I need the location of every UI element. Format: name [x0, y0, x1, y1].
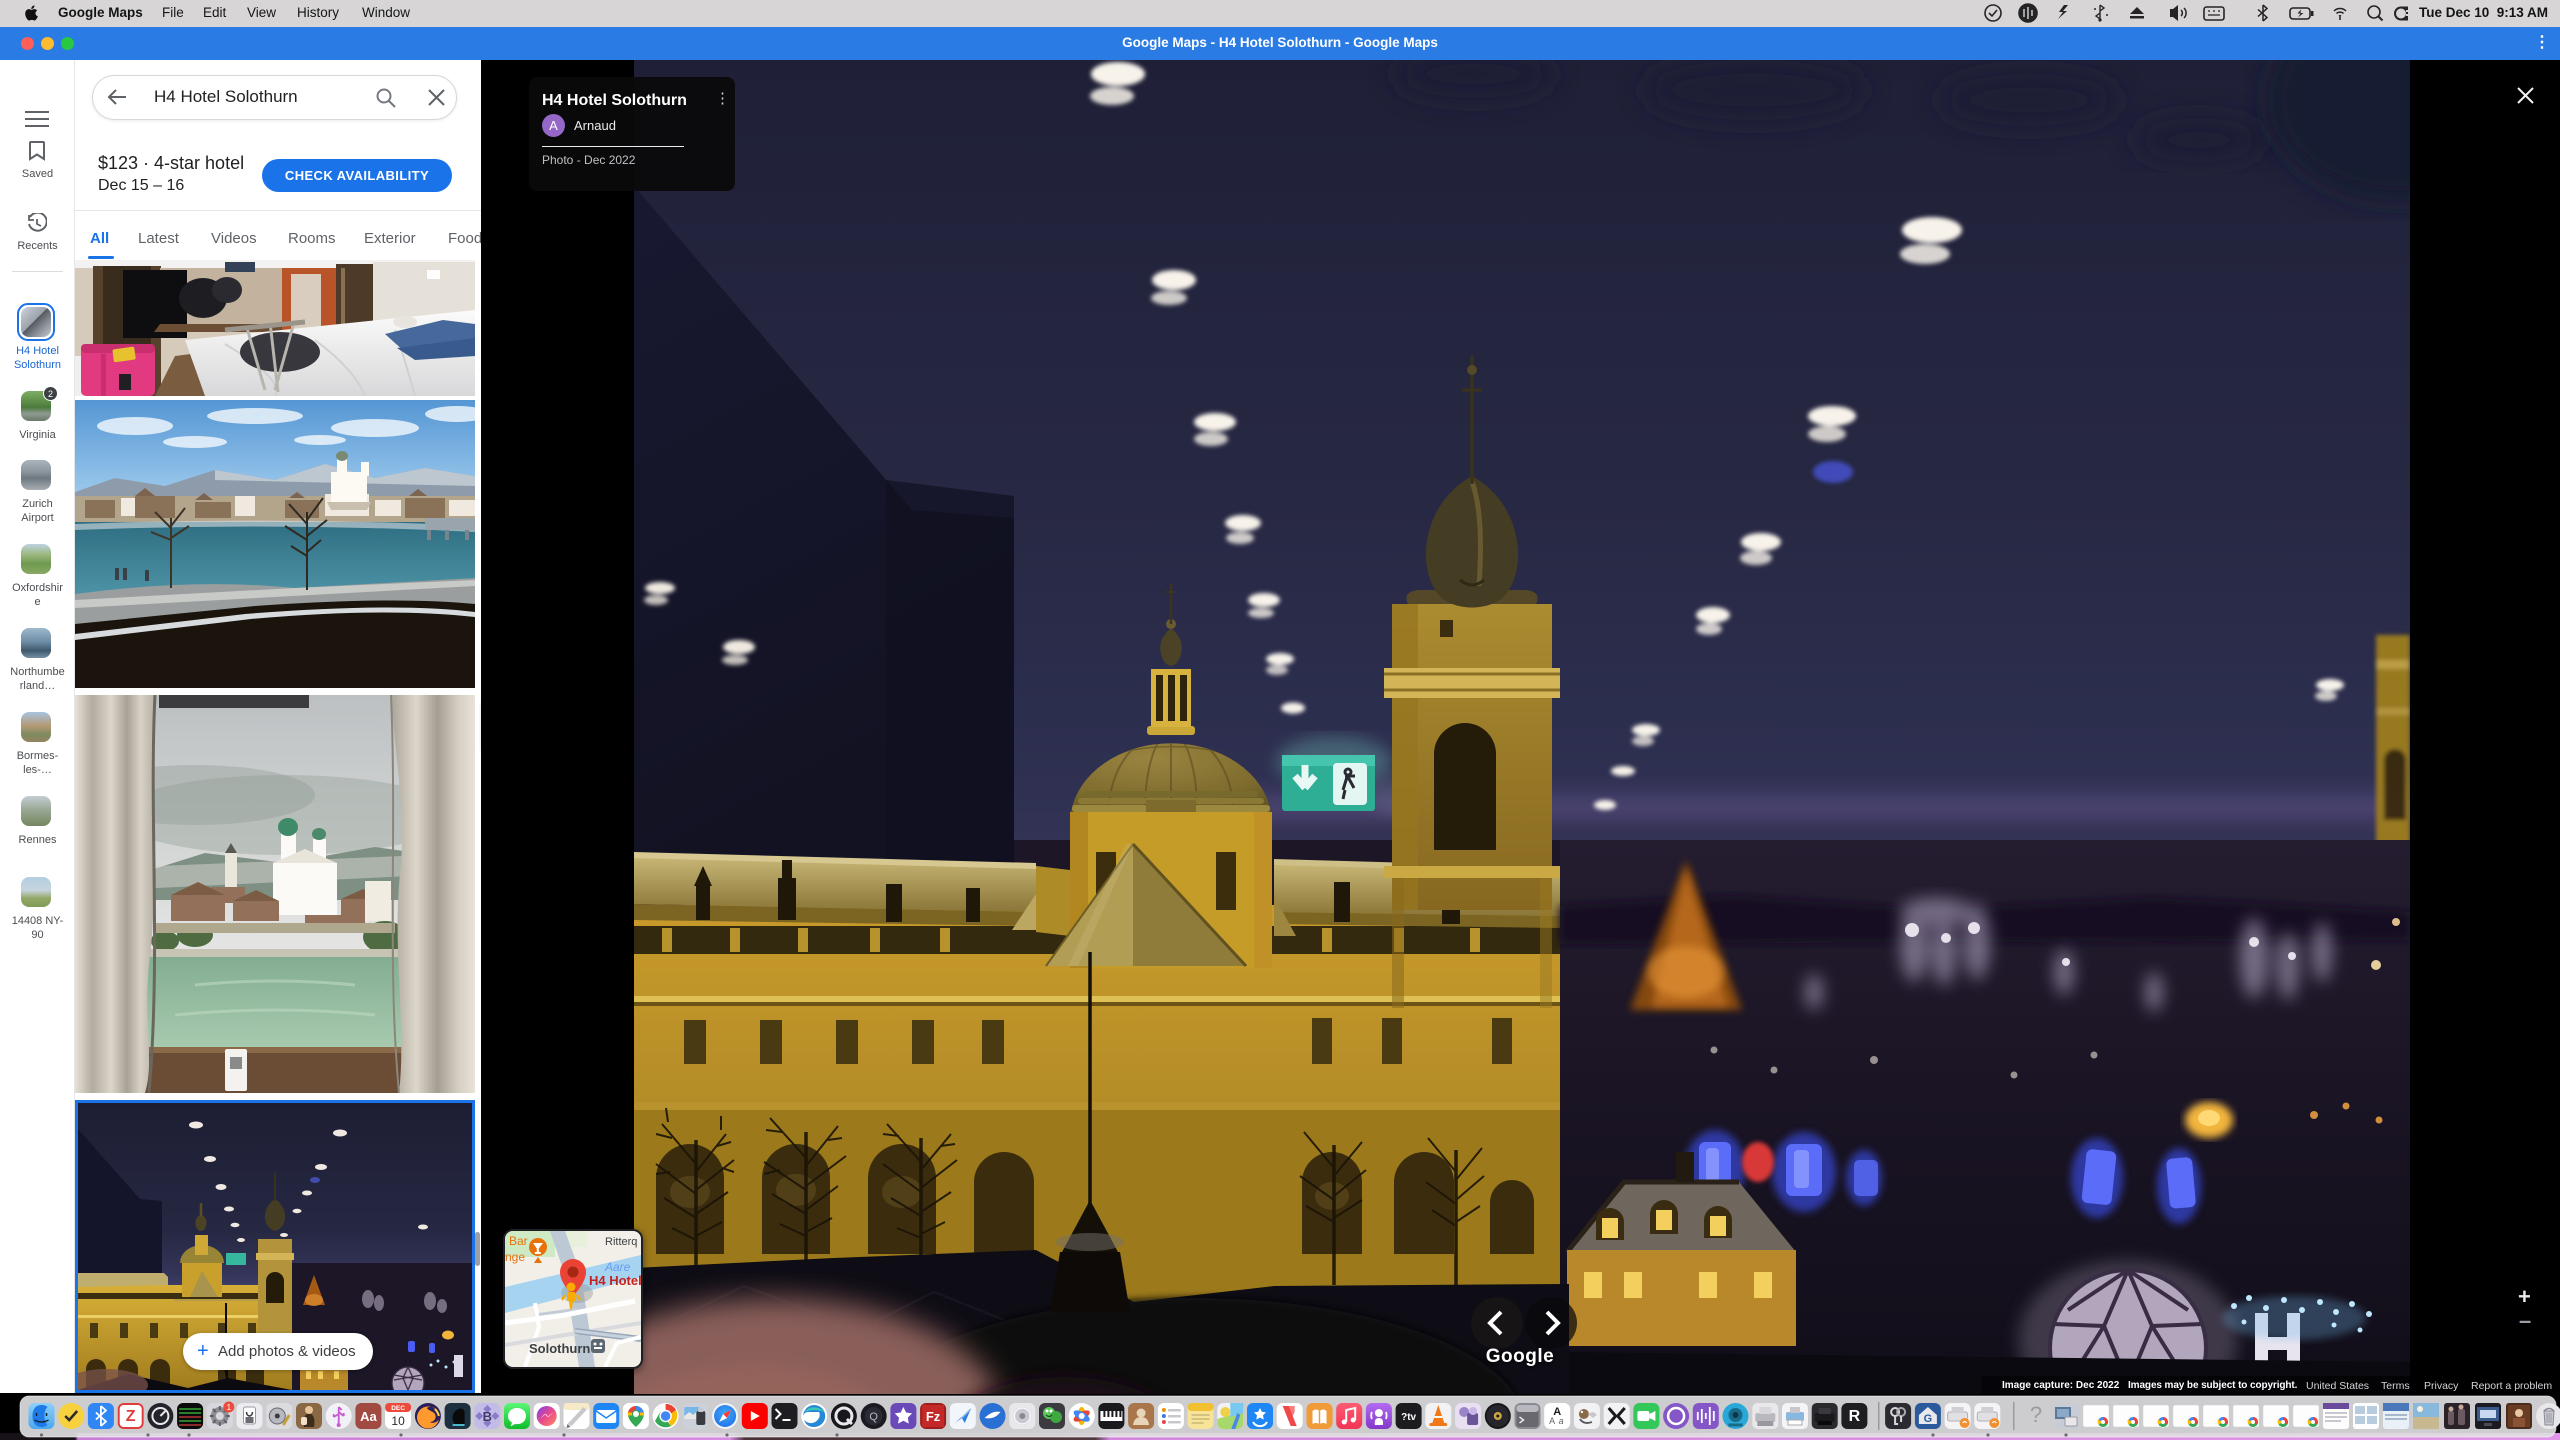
- svg-text:Fz: Fz: [926, 1409, 941, 1424]
- svg-text:Aa: Aa: [360, 1409, 377, 1424]
- svg-text:1: 1: [227, 1403, 232, 1412]
- svg-text:?tv: ?tv: [1401, 1412, 1416, 1423]
- svg-text:R: R: [1849, 1408, 1861, 1425]
- svg-text:Ritterq: Ritterq: [605, 1236, 637, 1248]
- svg-text:G: G: [1924, 1413, 1933, 1425]
- svg-text:A: A: [1549, 1416, 1555, 1426]
- svg-text:nge: nge: [505, 1250, 525, 1264]
- svg-text:?: ?: [2030, 1402, 2042, 1427]
- svg-text:Bar: Bar: [509, 1234, 528, 1248]
- svg-text:10: 10: [391, 1414, 405, 1428]
- svg-text:Solothurn: Solothurn: [529, 1341, 590, 1356]
- svg-text:Aare: Aare: [604, 1260, 631, 1274]
- svg-text:H4 Hotel: H4 Hotel: [589, 1273, 641, 1288]
- svg-text:B: B: [483, 1409, 492, 1424]
- svg-text:DEC: DEC: [391, 1405, 405, 1412]
- svg-text:Q: Q: [869, 1411, 878, 1423]
- svg-text:a: a: [1559, 1416, 1564, 1426]
- svg-text:Z: Z: [126, 1408, 136, 1425]
